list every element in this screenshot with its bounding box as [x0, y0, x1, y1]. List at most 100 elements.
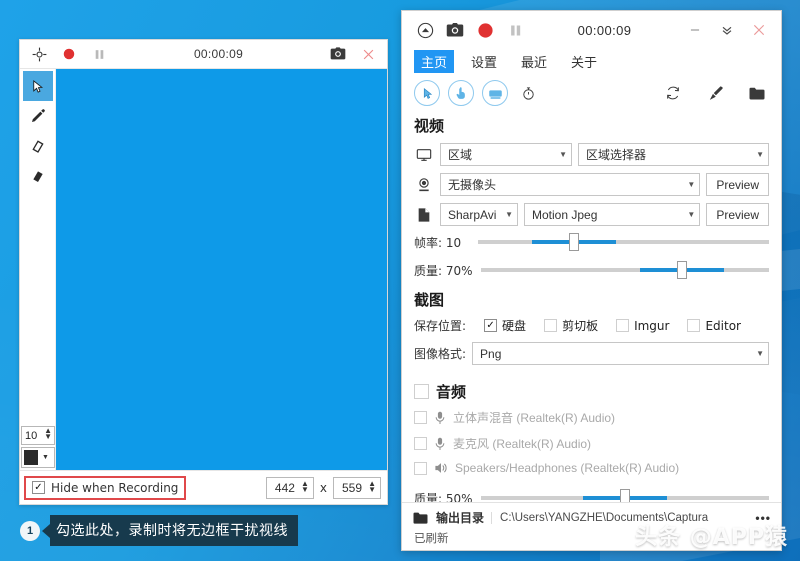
- crosshair-icon[interactable]: [24, 41, 54, 67]
- audio-device-microphone-label: 麦克风 (Realtek(R) Audio): [453, 435, 591, 452]
- pen-color-swatch: [24, 450, 38, 465]
- output-directory-path[interactable]: C:\Users\YANGZHE\Documents\Captura: [491, 512, 748, 524]
- video-source-select[interactable]: 区域 ▼: [440, 143, 572, 166]
- pen-size-stepper[interactable]: 10 ▲▼: [21, 426, 55, 445]
- video-writer-select[interactable]: SharpAvi ▼: [440, 203, 518, 226]
- captura-action-bar: [402, 73, 781, 111]
- brush-icon[interactable]: [703, 81, 727, 105]
- codec-preview-button[interactable]: Preview: [706, 203, 769, 226]
- audio-enable-checkbox[interactable]: ✓: [414, 384, 429, 399]
- video-source-detail-select[interactable]: 区域选择器 ▼: [578, 143, 769, 166]
- screenshot-target-disk[interactable]: ✓ 硬盘: [484, 317, 526, 334]
- hide-when-recording-checkbox[interactable]: ✓ Hide when Recording: [24, 476, 186, 500]
- framerate-label-text: 帧率:: [414, 236, 442, 250]
- folder-icon: [412, 511, 429, 525]
- record-icon[interactable]: [470, 15, 500, 45]
- captura-action-bar-right: [661, 81, 769, 105]
- video-quality-slider[interactable]: [481, 261, 769, 279]
- keystroke-capture-toggle[interactable]: [482, 80, 508, 106]
- framerate-thumb[interactable]: [569, 233, 579, 251]
- audio-quality-thumb[interactable]: [620, 489, 630, 502]
- region-height-stepper[interactable]: 559 ▲▼: [333, 477, 381, 499]
- cursor-tool[interactable]: [23, 71, 53, 101]
- audio-device-microphone[interactable]: ✓ 麦克风 (Realtek(R) Audio): [414, 435, 769, 452]
- video-codec-select[interactable]: Motion Jpeg ▼: [524, 203, 700, 226]
- close-icon[interactable]: [353, 41, 383, 67]
- framerate-track: [478, 240, 769, 244]
- region-tool-palette: 10 ▲▼ ▼: [20, 69, 56, 470]
- screenshot-target-disk-label: 硬盘: [502, 317, 526, 334]
- minimize-icon[interactable]: [679, 16, 711, 44]
- chevron-down-icon[interactable]: ▼: [42, 454, 49, 461]
- tab-recent[interactable]: 最近: [514, 50, 554, 73]
- chevron-down-icon: ▼: [750, 349, 764, 358]
- chevron-down-icon: ▼: [681, 180, 695, 189]
- record-icon[interactable]: [54, 41, 84, 67]
- region-width-stepper[interactable]: 442 ▲▼: [266, 477, 314, 499]
- tab-about[interactable]: 关于: [564, 50, 604, 73]
- video-codec-value: Motion Jpeg: [532, 208, 597, 222]
- output-directory-label[interactable]: 输出目录: [436, 509, 484, 526]
- tab-home[interactable]: 主页: [414, 50, 454, 73]
- pen-size-spinner[interactable]: ▲▼: [44, 428, 52, 440]
- pause-icon[interactable]: [84, 41, 114, 67]
- tab-settings[interactable]: 设置: [464, 50, 504, 73]
- close-icon[interactable]: [743, 16, 775, 44]
- screenshot-target-imgur[interactable]: ✓ Imgur: [616, 319, 669, 333]
- screenshot-target-editor-label: Editor: [705, 319, 741, 333]
- speaker-icon: [434, 461, 448, 475]
- check-icon: ✓: [687, 319, 700, 332]
- pen-size-value: 10: [25, 430, 37, 442]
- webcam-preview-button[interactable]: Preview: [706, 173, 769, 196]
- image-format-select[interactable]: Png ▼: [472, 342, 769, 365]
- region-height-value: 559: [342, 481, 362, 495]
- captura-footer: 输出目录 C:\Users\YANGZHE\Documents\Captura …: [402, 502, 781, 550]
- pencil-tool[interactable]: [23, 101, 53, 131]
- eraser-filled-tool[interactable]: [23, 161, 53, 191]
- chevron-down-icon: ▼: [681, 210, 695, 219]
- pen-options: 10 ▲▼ ▼: [20, 426, 56, 470]
- screenshot-target-editor[interactable]: ✓ Editor: [687, 319, 741, 333]
- webcam-select[interactable]: 无摄像头 ▼: [440, 173, 700, 196]
- pause-icon[interactable]: [500, 15, 530, 45]
- eraser-tool[interactable]: [23, 131, 53, 161]
- audio-device-speakers[interactable]: ✓ Speakers/Headphones (Realtek(R) Audio): [414, 461, 769, 475]
- up-arrow-circle-icon[interactable]: [410, 15, 440, 45]
- screenshot-target-clipboard-label: 剪切板: [562, 317, 598, 334]
- framerate-slider[interactable]: [478, 233, 769, 251]
- audio-section-header[interactable]: ✓ 音频: [414, 381, 769, 402]
- region-capture-canvas[interactable]: [56, 69, 387, 470]
- check-icon: ✓: [616, 319, 629, 332]
- chevron-double-down-icon[interactable]: [711, 16, 743, 44]
- video-section-title: 视频: [414, 115, 769, 136]
- pen-color-picker[interactable]: ▼: [21, 447, 55, 468]
- screenshot-target-clipboard[interactable]: ✓ 剪切板: [544, 317, 598, 334]
- framerate-value: 10: [446, 236, 461, 250]
- hide-when-recording-label: Hide when Recording: [51, 481, 178, 495]
- video-quality-value: 70%: [446, 264, 473, 278]
- region-footer: ✓ Hide when Recording 442 ▲▼ x 559 ▲▼: [20, 470, 387, 504]
- audio-quality-slider[interactable]: [481, 489, 769, 502]
- region-titlebar: 00:00:09: [20, 40, 387, 69]
- timer-button[interactable]: [516, 81, 540, 105]
- folder-icon[interactable]: [745, 81, 769, 105]
- region-timer: 00:00:09: [114, 47, 323, 61]
- framerate-label: 帧率: 10: [414, 234, 470, 251]
- captura-tab-bar: 主页 设置 最近 关于: [402, 49, 781, 73]
- region-height-spinner[interactable]: ▲▼: [368, 481, 376, 493]
- camera-icon[interactable]: [323, 41, 353, 67]
- screenshot-section-title: 截图: [414, 289, 769, 310]
- captura-titlebar: 00:00:09: [402, 11, 781, 49]
- region-width-spinner[interactable]: ▲▼: [301, 481, 309, 493]
- check-icon: ✓: [414, 462, 427, 475]
- more-options-button[interactable]: •••: [755, 511, 771, 525]
- region-body: 10 ▲▼ ▼: [20, 69, 387, 470]
- video-writer-value: SharpAvi: [448, 208, 496, 222]
- cursor-capture-toggle[interactable]: [414, 80, 440, 106]
- audio-device-stereo-mix[interactable]: ✓ 立体声混音 (Realtek(R) Audio): [414, 409, 769, 426]
- video-writer-row: SharpAvi ▼ Motion Jpeg ▼ Preview: [414, 203, 769, 226]
- video-quality-thumb[interactable]: [677, 261, 687, 279]
- refresh-icon[interactable]: [661, 81, 685, 105]
- click-capture-toggle[interactable]: [448, 80, 474, 106]
- camera-icon[interactable]: [440, 15, 470, 45]
